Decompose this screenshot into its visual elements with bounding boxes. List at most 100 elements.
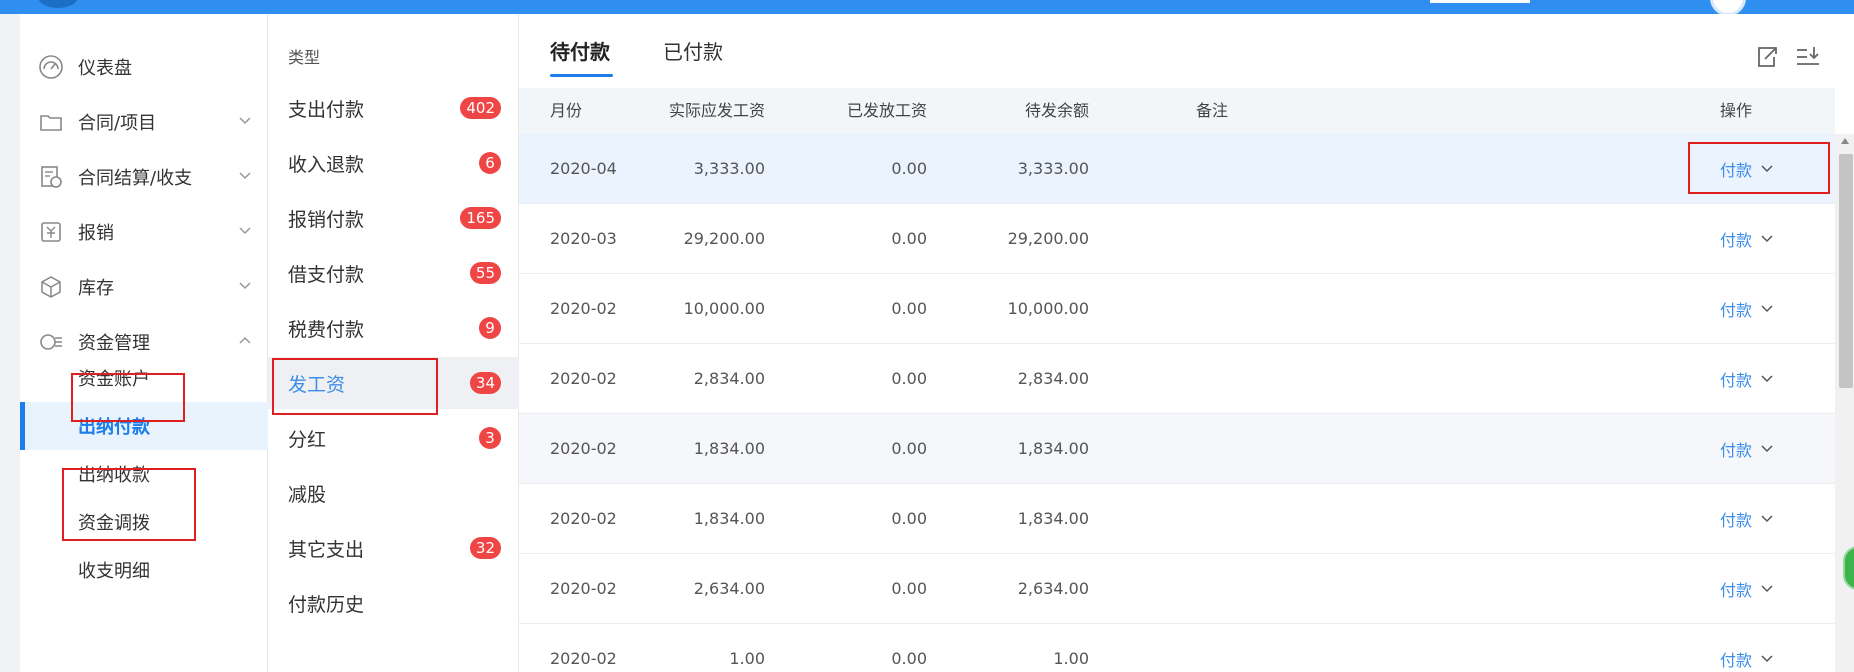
column-header-balance: 待发余额 <box>1024 101 1089 120</box>
type-item[interactable]: 收入退款 6 <box>268 137 519 189</box>
cell-actual-salary: 2,834.00 <box>693 369 765 388</box>
top-search-input[interactable] <box>1430 0 1530 3</box>
scrollbar-thumb[interactable] <box>1839 154 1853 388</box>
type-item[interactable]: 其它支出 32 <box>268 522 519 574</box>
type-item[interactable]: 支出付款 402 <box>268 82 519 134</box>
type-item-label: 其它支出 <box>288 538 365 561</box>
table-row[interactable]: 2020-02 1,834.00 0.00 1,834.00 付款 <box>519 484 1835 554</box>
table-row[interactable]: 2020-02 1.00 0.00 1.00 付款 <box>519 624 1835 672</box>
chevron-down-icon <box>1761 305 1773 313</box>
sort-download-icon[interactable] <box>1793 42 1823 72</box>
floating-widget[interactable] <box>1843 546 1854 590</box>
pay-dropdown-button[interactable]: 付款 <box>1720 484 1774 554</box>
pay-dropdown-button[interactable]: 付款 <box>1720 554 1774 624</box>
cell-balance: 1,834.00 <box>1017 509 1089 528</box>
funds-icon <box>38 329 64 355</box>
sidebar-subitem-cashier-receipt[interactable]: 出纳收款 <box>20 450 268 498</box>
sidebar-subitem-fund-transfer[interactable]: 资金调拨 <box>20 498 268 546</box>
chevron-down-icon <box>1761 655 1773 663</box>
cell-balance: 1,834.00 <box>1017 439 1089 458</box>
chevron-down-icon <box>1761 235 1773 243</box>
cell-balance: 2,634.00 <box>1017 579 1089 598</box>
table-row[interactable]: 2020-02 2,634.00 0.00 2,634.00 付款 <box>519 554 1835 624</box>
count-badge: 3 <box>479 427 501 449</box>
count-badge: 34 <box>469 372 501 394</box>
sidebar-subitem-cashier-payment[interactable]: 出纳付款 <box>20 402 268 450</box>
cell-month: 2020-02 <box>550 299 617 318</box>
pay-dropdown-button[interactable]: 付款 <box>1720 344 1774 414</box>
type-item[interactable]: 报销付款 165 <box>268 192 519 244</box>
cell-balance: 1.00 <box>1053 649 1089 668</box>
cell-month: 2020-03 <box>550 229 617 248</box>
cell-actual-salary: 3,333.00 <box>693 159 765 178</box>
sidebar: 仪表盘 合同/项目 合同结算/收支 报销 库存 资金管理 资金账户 出纳付款 出… <box>20 14 268 672</box>
sidebar-subitem-fund-accounts[interactable]: 资金账户 <box>20 354 268 402</box>
type-item[interactable]: 借支付款 55 <box>268 247 519 299</box>
dashboard-icon <box>38 54 64 80</box>
top-bar <box>0 0 1854 16</box>
type-item[interactable]: 分红 3 <box>268 412 519 464</box>
export-icon[interactable] <box>1752 42 1782 72</box>
cell-actual-salary: 1.00 <box>729 649 765 668</box>
type-item-label: 收入退款 <box>288 153 365 176</box>
type-item[interactable]: 税费付款 9 <box>268 302 519 354</box>
sidebar-subitem-label: 资金调拨 <box>78 513 150 534</box>
sidebar-item-label: 合同/项目 <box>78 113 157 134</box>
sidebar-item-inventory[interactable]: 库存 <box>20 267 268 307</box>
sidebar-item-label: 报销 <box>78 223 114 244</box>
box-icon <box>38 274 64 300</box>
cell-balance: 2,834.00 <box>1017 369 1089 388</box>
sidebar-item-settlement[interactable]: 合同结算/收支 <box>20 157 268 197</box>
chevron-down-icon <box>1761 445 1773 453</box>
table-row[interactable]: 2020-02 2,834.00 0.00 2,834.00 付款 <box>519 344 1835 414</box>
type-item-payroll[interactable]: 发工资 34 <box>268 357 519 409</box>
table-row[interactable]: 2020-02 10,000.00 0.00 10,000.00 付款 <box>519 274 1835 344</box>
count-badge: 6 <box>479 152 501 174</box>
type-item-label: 借支付款 <box>288 263 365 286</box>
count-badge: 32 <box>469 537 501 559</box>
type-panel-header: 类型 <box>288 48 321 67</box>
sidebar-item-label: 资金管理 <box>78 333 150 354</box>
cell-actual-salary: 1,834.00 <box>693 439 765 458</box>
cell-actual-salary: 1,834.00 <box>693 509 765 528</box>
reimbursement-icon <box>38 219 64 245</box>
column-header-action: 操作 <box>1720 101 1753 120</box>
column-header-actual-salary: 实际应发工资 <box>668 101 765 120</box>
column-header-month: 月份 <box>550 101 583 120</box>
chevron-down-icon <box>239 172 251 180</box>
chevron-down-icon <box>239 227 251 235</box>
table-row[interactable]: 2020-03 29,200.00 0.00 29,200.00 付款 <box>519 204 1835 274</box>
pay-button-label: 付款 <box>1720 161 1753 180</box>
cell-paid-salary: 0.00 <box>891 579 927 598</box>
tab-paid[interactable]: 已付款 <box>663 36 723 65</box>
tab-pending[interactable]: 待付款 <box>550 36 610 65</box>
pay-dropdown-button[interactable]: 付款 <box>1720 624 1774 672</box>
sidebar-item-reimbursement[interactable]: 报销 <box>20 212 268 252</box>
pay-dropdown-button[interactable]: 付款 <box>1720 274 1774 344</box>
cell-month: 2020-04 <box>550 159 617 178</box>
sidebar-item-contracts[interactable]: 合同/项目 <box>20 102 268 142</box>
sidebar-item-dashboard[interactable]: 仪表盘 <box>20 47 268 87</box>
type-item-label: 付款历史 <box>288 593 365 616</box>
type-panel: 类型 支出付款 402 收入退款 6 报销付款 165 借支付款 55 税费付款… <box>268 14 519 672</box>
chevron-down-icon <box>1761 515 1773 523</box>
cell-month: 2020-02 <box>550 439 617 458</box>
cell-balance: 10,000.00 <box>1007 299 1089 318</box>
type-item-label: 分红 <box>288 428 327 451</box>
table-row[interactable]: 2020-04 3,333.00 0.00 3,333.00 付款 <box>519 134 1835 204</box>
type-item-label: 支出付款 <box>288 98 365 121</box>
type-item-label: 报销付款 <box>288 208 365 231</box>
chevron-down-icon <box>1761 165 1773 173</box>
cell-month: 2020-02 <box>550 509 617 528</box>
sidebar-item-label: 仪表盘 <box>78 58 132 79</box>
scroll-up-arrow-icon[interactable] <box>1841 138 1849 144</box>
pay-dropdown-button[interactable]: 付款 <box>1720 134 1774 204</box>
type-item[interactable]: 付款历史 <box>268 577 519 629</box>
sidebar-subitem-income-expense-detail[interactable]: 收支明细 <box>20 546 268 594</box>
pay-button-label: 付款 <box>1720 301 1753 320</box>
pay-dropdown-button[interactable]: 付款 <box>1720 204 1774 274</box>
pay-dropdown-button[interactable]: 付款 <box>1720 414 1774 484</box>
table-row[interactable]: 2020-02 1,834.00 0.00 1,834.00 付款 <box>519 414 1835 484</box>
type-item[interactable]: 减股 <box>268 467 519 519</box>
main-panel: 待付款 已付款 月份 实际应发工资 已发放工资 待发余额 备注 操作 2020-… <box>519 14 1854 672</box>
